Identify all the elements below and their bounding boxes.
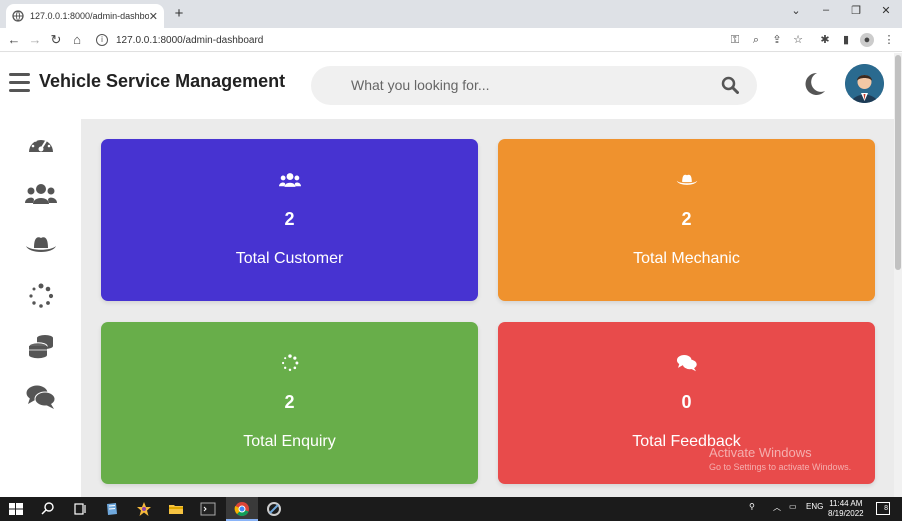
dark-mode-moon-icon[interactable] <box>801 71 827 97</box>
key-icon[interactable]: ⚿ <box>728 33 742 47</box>
share-icon[interactable]: ⇪ <box>770 33 784 47</box>
forward-button[interactable]: → <box>27 32 43 48</box>
app-star-icon[interactable] <box>136 501 152 517</box>
sidebar-item-customers[interactable] <box>24 179 58 209</box>
sidebar <box>0 119 81 497</box>
card-total-mechanic[interactable]: 2 Total Mechanic <box>498 139 875 301</box>
restore-button[interactable]: ❐ <box>846 4 866 17</box>
dashboard-main: 2 Total Customer 2 Total Mechanic 2 Tota… <box>81 119 894 497</box>
users-icon <box>279 173 301 187</box>
scrollbar-thumb[interactable] <box>895 55 901 270</box>
tray-chevron-up-icon[interactable]: ︿ <box>773 502 781 513</box>
app-notepad-icon[interactable] <box>104 501 120 517</box>
profile-icon[interactable]: ● <box>860 33 874 47</box>
card-label: Total Enquiry <box>243 433 336 450</box>
clock-date: 8/19/2022 <box>828 509 864 518</box>
sidebar-item-finance[interactable] <box>24 331 58 361</box>
minimize-button[interactable]: – <box>816 4 836 16</box>
card-value: 0 <box>681 392 692 412</box>
dashboard-gauge-icon <box>29 136 53 152</box>
card-value: 2 <box>284 392 295 412</box>
spinner-icon <box>281 354 299 372</box>
language-indicator[interactable]: ENG <box>806 502 823 511</box>
url-text: 127.0.0.1:8000/admin-dashboard <box>116 34 264 46</box>
user-avatar-icon <box>845 64 884 103</box>
home-button[interactable]: ⌂ <box>69 32 85 48</box>
comments-icon <box>676 355 697 372</box>
tab-search-icon[interactable]: ⌄ <box>786 4 806 17</box>
sidebar-item-enquiry[interactable] <box>24 281 58 311</box>
tab-title: 127.0.0.1:8000/admin-dashboard <box>30 11 149 21</box>
comments-icon <box>26 385 56 409</box>
sidebar-item-feedback[interactable] <box>24 382 58 412</box>
app-tool-icon[interactable] <box>266 501 282 517</box>
watermark-subtitle: Go to Settings to activate Windows. <box>709 462 852 472</box>
spinner-icon <box>29 283 54 308</box>
close-window-button[interactable]: ✕ <box>876 4 896 17</box>
activate-windows-watermark: Activate Windows Go to Settings to activ… <box>709 445 851 472</box>
users-icon <box>25 184 57 204</box>
sidebar-item-mechanics[interactable] <box>24 230 58 260</box>
windows-taskbar: ⚲ ︿ ▭ ENG 11:44 AM 8/19/2022 8 <box>0 497 902 521</box>
url-field[interactable]: i 127.0.0.1:8000/admin-dashboard <box>92 31 712 49</box>
globe-icon <box>12 10 24 22</box>
menu-kebab-icon[interactable]: ⋮ <box>882 33 896 47</box>
clock-time: 11:44 AM <box>829 499 863 508</box>
card-label: Total Mechanic <box>633 250 740 267</box>
reload-button[interactable]: ↻ <box>48 32 64 48</box>
card-total-customer[interactable]: 2 Total Customer <box>101 139 478 301</box>
battery-icon[interactable]: ▭ <box>789 502 797 511</box>
search-input[interactable] <box>351 75 701 95</box>
file-explorer-icon[interactable] <box>168 501 184 517</box>
card-value: 2 <box>681 209 692 229</box>
sidebar-item-dashboard[interactable] <box>24 129 58 159</box>
chrome-icon <box>234 502 249 517</box>
system-clock[interactable]: 11:44 AM 8/19/2022 <box>828 499 864 519</box>
card-label: Total Customer <box>235 250 344 267</box>
terminal-icon[interactable] <box>200 501 216 517</box>
browser-tab-bar: 127.0.0.1:8000/admin-dashboard ✕ + ⌄ – ❐… <box>0 0 902 28</box>
hamburger-menu-icon[interactable] <box>9 73 30 93</box>
people-icon[interactable]: ⚲ <box>749 502 755 511</box>
hat-icon <box>676 174 698 185</box>
card-total-enquiry[interactable]: 2 Total Enquiry <box>101 322 478 484</box>
search-bar <box>311 66 757 105</box>
task-view-icon[interactable] <box>72 501 88 517</box>
page-scrollbar[interactable] <box>894 53 902 497</box>
site-info-icon[interactable]: i <box>96 34 108 46</box>
zoom-icon[interactable]: ⌕ <box>749 33 763 47</box>
avatar[interactable] <box>845 64 884 103</box>
windows-start-icon[interactable] <box>8 501 24 517</box>
app-header: Vehicle Service Management <box>0 53 894 119</box>
search-icon[interactable] <box>40 501 56 517</box>
watermark-title: Activate Windows <box>709 445 812 460</box>
chrome-taskbar-button[interactable] <box>226 497 258 521</box>
new-tab-button[interactable]: + <box>170 5 188 23</box>
browser-tab[interactable]: 127.0.0.1:8000/admin-dashboard ✕ <box>6 4 164 28</box>
search-icon[interactable] <box>721 76 739 94</box>
back-button[interactable]: ← <box>6 32 22 48</box>
close-tab-icon[interactable]: ✕ <box>149 10 158 23</box>
coins-icon <box>28 335 53 359</box>
bookmark-star-icon[interactable]: ☆ <box>791 33 805 47</box>
notification-center-icon[interactable]: 8 <box>876 502 890 515</box>
notification-count: 8 <box>884 505 888 512</box>
extensions-icon[interactable]: ✱ <box>818 33 832 47</box>
hat-icon <box>26 237 56 252</box>
browser-address-bar: ← → ↻ ⌂ i 127.0.0.1:8000/admin-dashboard… <box>0 28 902 52</box>
card-value: 2 <box>284 209 295 229</box>
brand-title: Vehicle Service Management <box>39 71 286 91</box>
sidepanel-icon[interactable]: ▮ <box>839 33 853 47</box>
